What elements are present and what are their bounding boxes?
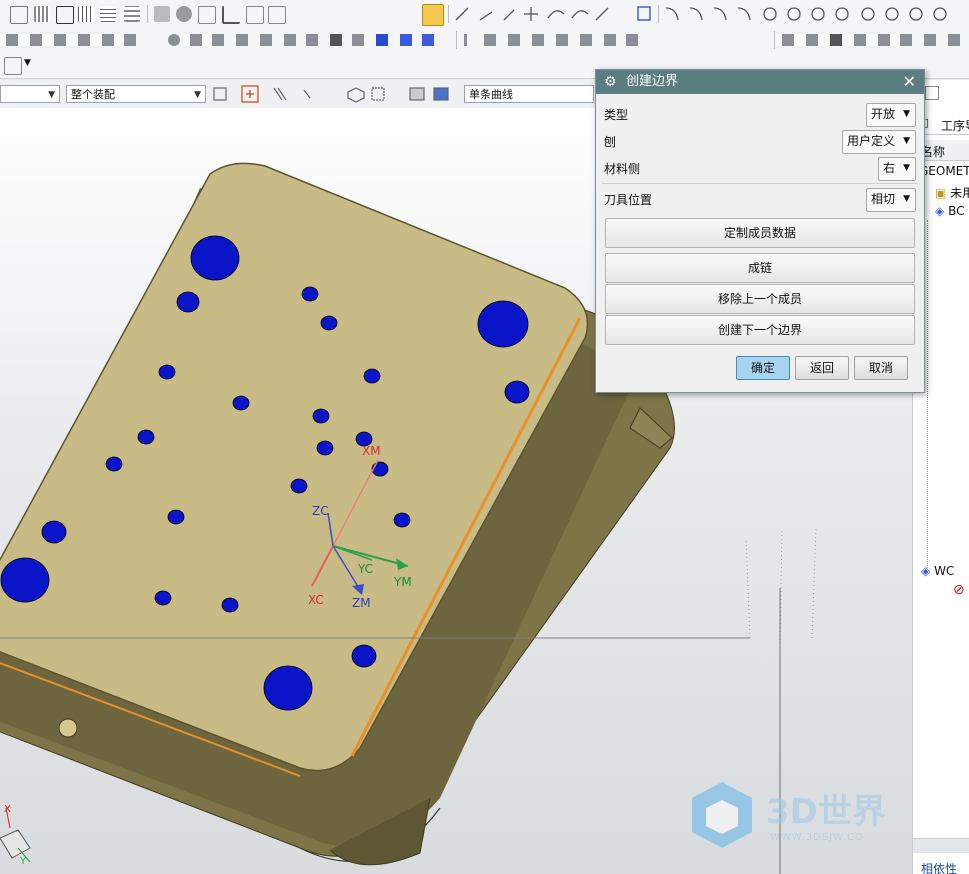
- hatch-icon[interactable]: [34, 6, 50, 22]
- yc-axis-label: YC: [358, 562, 374, 576]
- table-icon: [925, 86, 939, 100]
- gear-icon: ⚙: [604, 74, 617, 90]
- view-triad-icon[interactable]: [4, 57, 22, 75]
- selection-scope-combo[interactable]: 整个装配 ▼: [66, 85, 206, 103]
- type-filter-combo[interactable]: ▼: [0, 85, 60, 103]
- point-icons[interactable]: [662, 4, 962, 24]
- dependency-label: 相依性: [921, 862, 958, 874]
- type-select[interactable]: 开放 ▼: [865, 103, 916, 127]
- page-icon[interactable]: [198, 6, 216, 24]
- horizontal-scrollbar[interactable]: [913, 838, 969, 853]
- tree-item-geometry[interactable]: GEOMET: [919, 164, 969, 178]
- dialog-title: 创建边界: [626, 74, 679, 89]
- back-button[interactable]: 返回: [795, 356, 849, 380]
- watermark-url: WWW.3DSJW.CO: [770, 832, 864, 843]
- grid-icon[interactable]: [10, 6, 28, 24]
- plane-select[interactable]: 用户定义 ▼: [841, 130, 916, 154]
- tree-lines: [927, 220, 929, 570]
- table-icon[interactable]: [78, 6, 94, 22]
- triad-x-label: X: [4, 804, 11, 815]
- chevron-down-icon: ▼: [903, 109, 910, 119]
- square-icon[interactable]: [56, 6, 74, 24]
- chevron-down-icon: ▼: [903, 194, 910, 204]
- chevron-down-icon: ▼: [903, 136, 910, 146]
- chevron-down-icon: ▼: [48, 90, 55, 100]
- type-row: 类型 开放 ▼: [604, 102, 916, 127]
- remove-last-member-button[interactable]: 移除上一个成员: [605, 284, 915, 314]
- create-boundary-dialog: ⚙ 创建边界 ✕ 类型 开放 ▼ 刨 用户定义 ▼ 材料侧 右 ▼ 刀具位置 相切 ▼ …: [595, 69, 925, 393]
- curve-rule-combo[interactable]: 单条曲线: [464, 85, 594, 103]
- render-style-icons[interactable]: [4, 31, 454, 49]
- toolbar-row-2: [0, 28, 969, 53]
- tree-item-bc[interactable]: ◈ BC: [935, 204, 964, 218]
- tree-item-wc[interactable]: ◈ WC: [921, 564, 954, 578]
- part-icon[interactable]: [176, 6, 192, 22]
- xc-axis-label: XC: [308, 593, 324, 607]
- folder-icon: ▣: [935, 186, 947, 200]
- ok-button[interactable]: 确定: [736, 356, 790, 380]
- ym-axis-label: YM: [394, 575, 412, 589]
- snap-icons[interactable]: [452, 4, 652, 24]
- selection-tools[interactable]: [212, 84, 462, 104]
- dialog-titlebar[interactable]: ⚙ 创建边界 ✕: [596, 70, 924, 94]
- view-icon[interactable]: [268, 6, 286, 24]
- no-icon: ⊘: [953, 582, 965, 598]
- dialog-divider: [602, 183, 918, 184]
- copy-icon[interactable]: [154, 6, 170, 22]
- chart-icon[interactable]: [222, 6, 240, 24]
- chevron-down-icon: ▼: [194, 90, 201, 100]
- selection-filter-icon[interactable]: [422, 4, 444, 26]
- tool-position-row: 刀具位置 相切 ▼: [604, 187, 916, 212]
- tool-position-select[interactable]: 相切 ▼: [865, 188, 916, 212]
- doc-icon[interactable]: [246, 6, 264, 24]
- tree-item-unused[interactable]: ▣ 未用: [935, 184, 969, 201]
- custom-member-data-button[interactable]: 定制成员数据: [605, 218, 915, 248]
- cancel-button[interactable]: 取消: [854, 356, 908, 380]
- cube-logo-icon: [692, 782, 752, 848]
- chain-button[interactable]: 成链: [605, 253, 915, 283]
- toolpath-icons[interactable]: [462, 31, 662, 49]
- material-side-select[interactable]: 右 ▼: [877, 157, 916, 181]
- watermark: 3D世界 WWW.3DSJW.CO: [686, 774, 912, 854]
- create-next-boundary-button[interactable]: 创建下一个边界: [605, 315, 915, 345]
- view-triad-icon: [0, 807, 31, 863]
- chevron-down-icon: ▼: [903, 163, 910, 173]
- zc-axis-label: ZC: [312, 504, 329, 518]
- toolbar-row-1: [0, 0, 969, 29]
- plane-row: 刨 用户定义 ▼: [604, 129, 916, 154]
- close-icon[interactable]: ✕: [903, 70, 916, 94]
- zm-axis-label: ZM: [352, 596, 371, 610]
- geometry-icons[interactable]: [780, 31, 969, 49]
- filter-icon[interactable]: [124, 6, 140, 22]
- watermark-text: 3D世界: [766, 792, 886, 832]
- cube-icon: ◈: [935, 204, 945, 218]
- material-side-row: 材料侧 右 ▼: [604, 156, 916, 181]
- xm-axis-label: XM: [362, 444, 381, 458]
- chevron-down-icon[interactable]: ▼: [24, 58, 31, 68]
- lines-icon[interactable]: [100, 6, 116, 22]
- triad-y-label: Y: [20, 856, 27, 867]
